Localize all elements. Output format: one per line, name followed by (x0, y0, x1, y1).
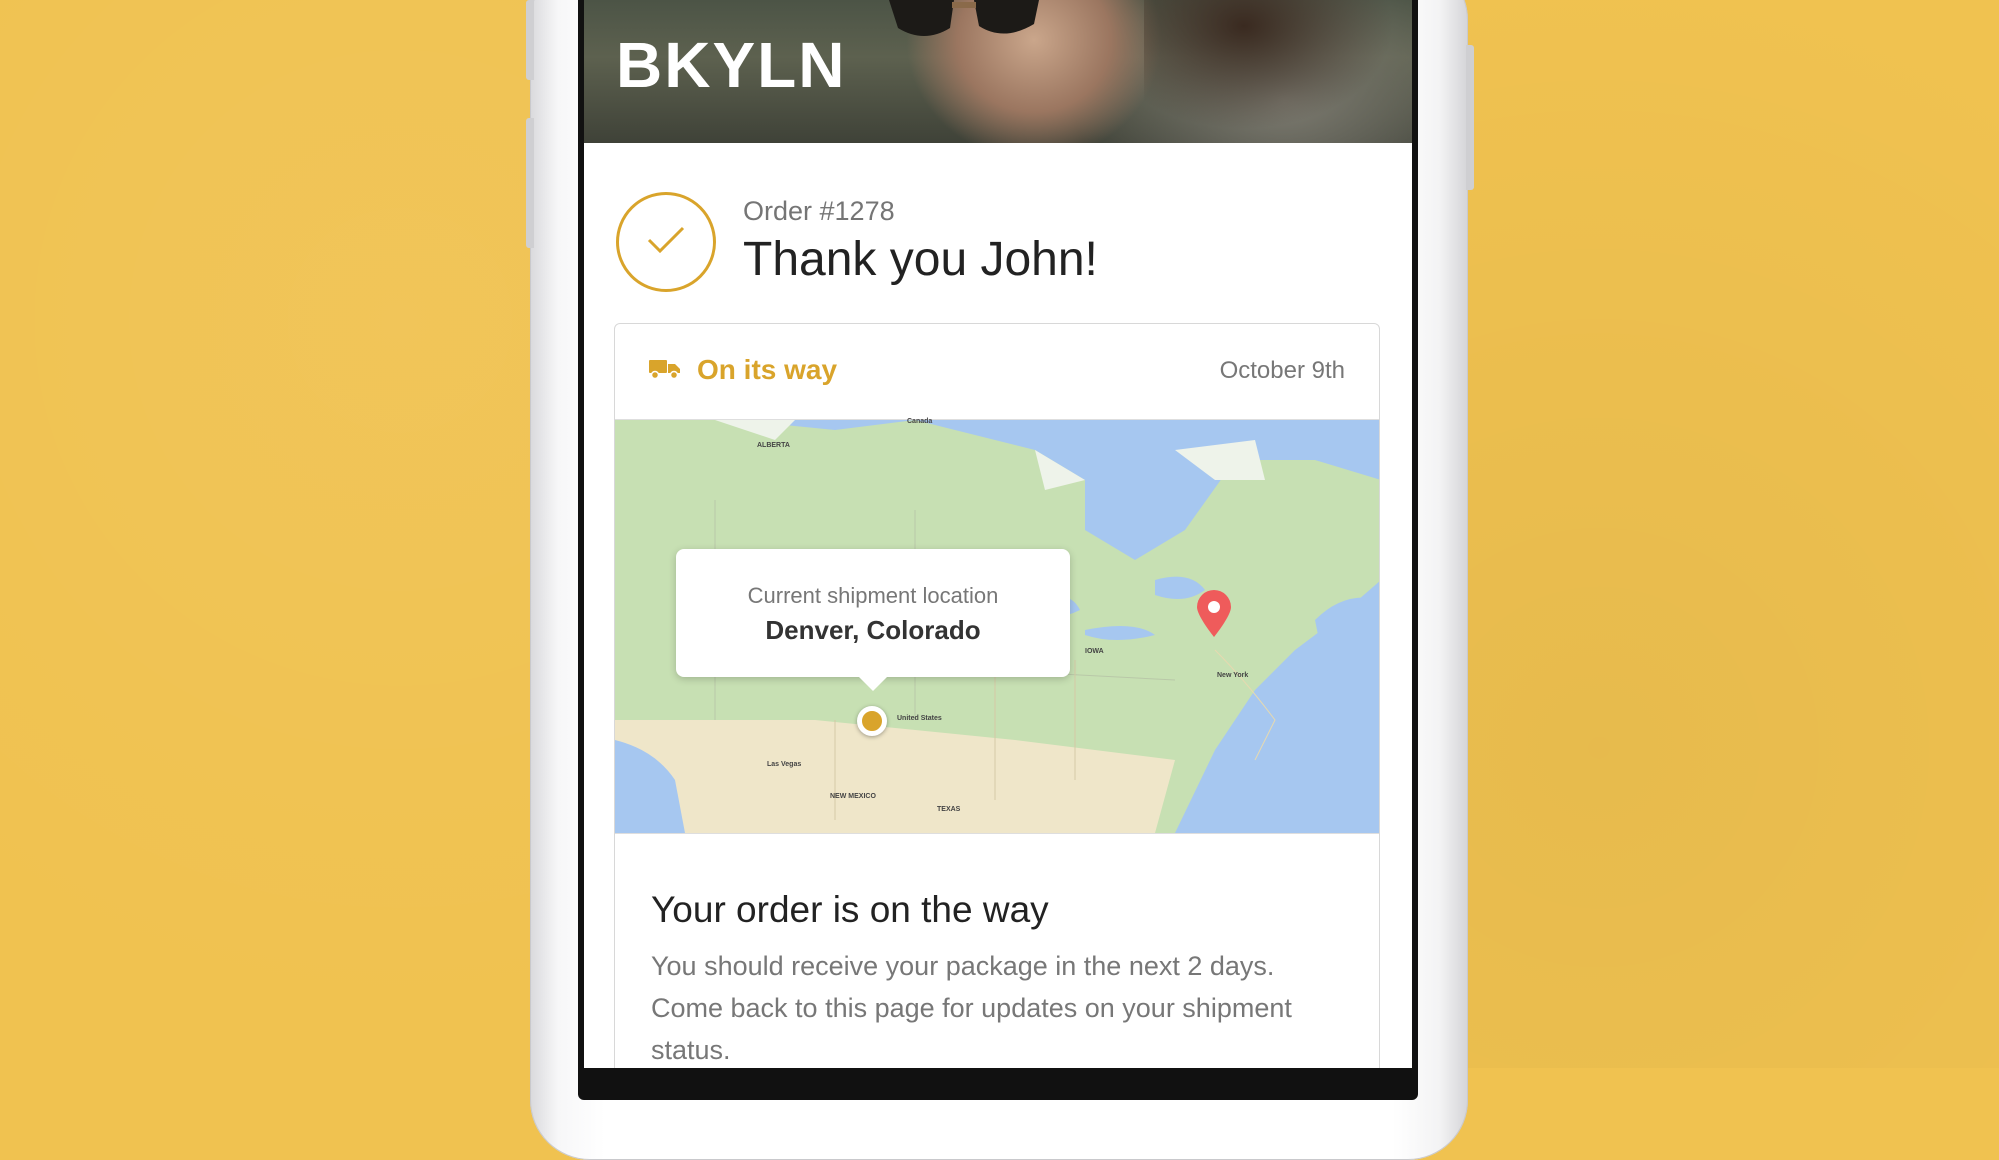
map-label-alberta: ALBERTA (757, 442, 790, 449)
brand-logo[interactable]: BKYLN (616, 28, 846, 102)
phone-screen: BKYLN Order #1278 Thank you John! On its… (584, 0, 1412, 1068)
hero-banner: BKYLN (584, 0, 1412, 143)
map-label-new-mexico: NEW MEXICO (830, 793, 876, 800)
tooltip-city: Denver, Colorado (765, 615, 981, 645)
check-icon (647, 226, 685, 254)
order-confirmed-badge (616, 192, 716, 292)
shipment-status: On its way (697, 354, 838, 385)
message-title: Your order is on the way (651, 889, 1049, 930)
message-text: You should receive your package in the n… (651, 951, 1292, 1065)
truck-icon (649, 360, 680, 380)
map-label-las-vegas: Las Vegas (767, 761, 802, 768)
shipment-location-tooltip: Current shipment location Denver, Colora… (676, 549, 1070, 691)
shipment-map[interactable]: Canada ALBERTA United States Las Vegas N… (615, 418, 1379, 834)
map-label-texas: TEXAS (937, 806, 961, 813)
map-label-new-york: New York (1217, 672, 1249, 679)
location-dot-icon[interactable] (857, 706, 887, 736)
shipment-card-header: On its way October 9th (615, 324, 1379, 420)
map-label-iowa: IOWA (1085, 648, 1104, 655)
phone-power-button (1466, 45, 1474, 190)
map-label-canada: Canada (907, 418, 933, 425)
shipment-date: October 9th (1219, 357, 1345, 384)
shipment-card: On its way October 9th Canada ALBERTA Un… (614, 323, 1380, 1068)
tooltip-label: Current shipment location (747, 583, 999, 608)
phone-side-button (526, 0, 534, 80)
order-number: Order #1278 (743, 196, 895, 226)
phone-volume-button (526, 118, 534, 248)
map-label-us: United States (897, 715, 942, 722)
hero-photo-hair (1144, 0, 1394, 130)
map-pin-icon[interactable] (1195, 590, 1233, 638)
hero-photo-glasses (889, 0, 1039, 36)
thank-you-heading: Thank you John! (743, 233, 1098, 286)
